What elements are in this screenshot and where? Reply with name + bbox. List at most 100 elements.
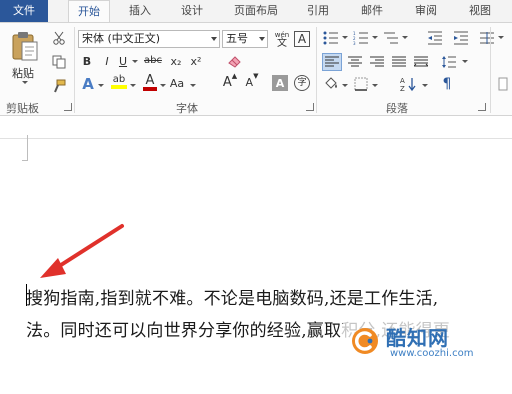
watermark-title: 酷知网 [386, 326, 449, 350]
show-formatting-marks-button[interactable]: ¶ [438, 75, 456, 93]
tab-references[interactable]: 引用 [296, 0, 340, 22]
bullets-button[interactable] [322, 29, 340, 47]
underline-button[interactable]: U [116, 53, 130, 69]
highlight-dropdown-arrow[interactable] [130, 84, 136, 87]
font-group-label: 字体 [176, 102, 198, 115]
shrink-font-icon: A [245, 75, 254, 89]
tab-file[interactable]: 文件 [0, 0, 48, 22]
multilevel-list-button[interactable] [382, 29, 400, 47]
increase-indent-button[interactable] [452, 29, 470, 47]
paragraph-launcher-icon[interactable] [478, 103, 486, 111]
tab-home[interactable]: 开始 [68, 0, 110, 23]
font-color-button[interactable]: A [142, 73, 158, 91]
tab-view[interactable]: 视图 [458, 0, 502, 22]
clear-formatting-button[interactable] [226, 53, 244, 69]
line-spacing-dropdown-arrow[interactable] [462, 60, 468, 63]
character-shading-button[interactable]: A [272, 75, 288, 91]
sort-az-icon: A Z [400, 77, 416, 92]
distributed-button[interactable] [412, 53, 430, 71]
tab-page-layout[interactable]: 页面布局 [225, 0, 287, 22]
svg-text:Z: Z [400, 85, 405, 92]
ribbon: 粘贴 剪贴板 宋体 (中文正文) 五号 wén 文 A B I U abc x₂… [0, 22, 512, 116]
numbering-dropdown-arrow[interactable] [372, 36, 378, 39]
character-border-button[interactable]: A [294, 31, 310, 47]
watermark-url: www.coozhi.com [390, 348, 474, 359]
shrink-font-button[interactable]: A ▼ [244, 73, 260, 91]
phonetic-bottom-text: 文 [277, 37, 287, 49]
copy-button[interactable] [50, 53, 68, 71]
justify-button[interactable] [390, 53, 408, 71]
distributed-icon [414, 56, 428, 67]
ribbon-tab-bar: 文件 开始 插入 设计 页面布局 引用 邮件 审阅 视图 [0, 0, 512, 23]
tab-mailings[interactable]: 邮件 [350, 0, 394, 22]
font-color-bar [143, 86, 157, 91]
align-left-button[interactable] [322, 53, 342, 71]
bullet-list-icon [323, 31, 338, 45]
paragraph-group-label: 段落 [386, 102, 408, 115]
chinese-layout-icon [480, 32, 494, 44]
format-painter-button[interactable] [50, 77, 68, 95]
font-name-value: 宋体 (中文正文) [82, 32, 161, 45]
phonetic-guide-button[interactable]: wén 文 [272, 29, 292, 51]
sort-button[interactable]: A Z [398, 75, 420, 93]
strikethrough-button[interactable]: abc [141, 53, 165, 69]
borders-dropdown-arrow[interactable] [372, 84, 378, 87]
grow-font-icon: A [222, 74, 232, 90]
line-spacing-button[interactable] [440, 53, 458, 71]
font-name-combo[interactable]: 宋体 (中文正文) [78, 30, 220, 48]
align-left-icon [325, 56, 339, 67]
clipboard-icon [12, 32, 38, 61]
numbering-button[interactable]: 123 [352, 29, 370, 47]
italic-button[interactable]: I [100, 53, 114, 69]
shading-dropdown-arrow[interactable] [342, 84, 348, 87]
align-right-button[interactable] [368, 53, 386, 71]
align-right-icon [370, 56, 384, 67]
change-case-button[interactable]: Aa [166, 75, 188, 91]
highlight-button[interactable]: ab [110, 73, 128, 91]
decrease-indent-button[interactable] [426, 29, 444, 47]
tab-review[interactable]: 审阅 [404, 0, 448, 22]
bullets-dropdown-arrow[interactable] [342, 36, 348, 39]
font-launcher-icon[interactable] [306, 103, 314, 111]
chinese-layout-button[interactable] [478, 29, 496, 47]
chinese-layout-dropdown-arrow[interactable] [498, 36, 504, 39]
paste-dropdown-arrow[interactable] [22, 81, 28, 84]
tab-design[interactable]: 设计 [170, 0, 214, 22]
sort-dropdown-arrow[interactable] [422, 84, 428, 87]
subscript-button[interactable]: x₂ [168, 53, 184, 69]
shading-button[interactable] [322, 75, 340, 93]
line-spacing-icon [442, 56, 456, 68]
page-edge [0, 138, 512, 139]
align-center-button[interactable] [346, 53, 364, 71]
text-effects-button[interactable]: A [80, 75, 96, 93]
change-case-dropdown-arrow[interactable] [190, 84, 196, 87]
numbered-list-icon: 123 [353, 31, 368, 45]
bold-button[interactable]: B [80, 53, 94, 69]
text-effects-dropdown-arrow[interactable] [98, 84, 104, 87]
justify-icon [392, 56, 406, 67]
styles-more-icon[interactable] [496, 75, 510, 93]
borders-icon [354, 77, 368, 91]
group-separator [316, 27, 317, 113]
font-size-combo[interactable]: 五号 [222, 30, 268, 48]
superscript-button[interactable]: x² [188, 53, 204, 69]
enclose-characters-button[interactable]: 字 [294, 75, 310, 91]
chevron-down-icon [211, 37, 217, 41]
paint-bucket-icon [325, 77, 337, 89]
clipboard-launcher-icon[interactable] [64, 103, 72, 111]
clipboard-group-label: 剪贴板 [6, 102, 39, 115]
cut-button[interactable] [50, 29, 68, 47]
highlighter-icon: ab [112, 74, 126, 85]
multilevel-dropdown-arrow[interactable] [402, 36, 408, 39]
font-color-icon: A [145, 72, 155, 88]
group-separator [490, 27, 491, 113]
outdent-icon [428, 31, 442, 45]
underline-dropdown-arrow[interactable] [132, 60, 138, 63]
tab-insert[interactable]: 插入 [118, 0, 162, 22]
svg-text:3: 3 [353, 41, 356, 45]
grow-font-button[interactable]: A ▲ [222, 73, 238, 91]
borders-button[interactable] [352, 75, 370, 93]
paste-button[interactable] [10, 29, 40, 63]
font-size-value: 五号 [226, 32, 248, 45]
document-line-1[interactable]: 搜狗指南,指到就不难。不论是电脑数码,还是工作生活, [26, 284, 438, 309]
